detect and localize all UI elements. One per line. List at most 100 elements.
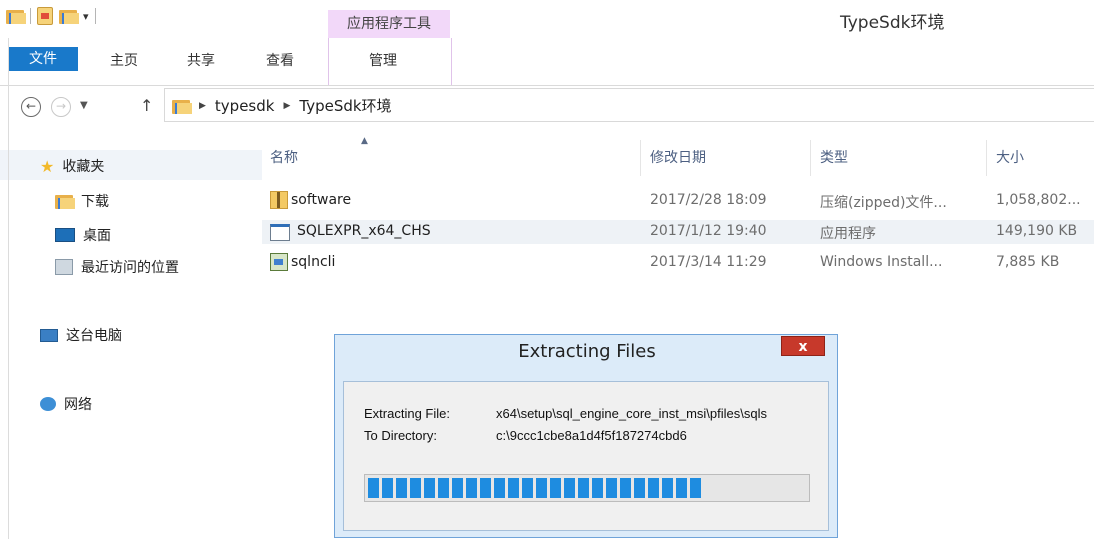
file-row[interactable]: sqlncli 2017/3/14 11:29 Windows Install.…	[262, 251, 1094, 275]
progress-segment	[466, 478, 477, 498]
file-row-hovered[interactable]: SQLEXPR_x64_CHS 2017/1/12 19:40 应用程序 149…	[262, 220, 1094, 244]
progress-segment	[564, 478, 575, 498]
extracting-dialog: Extracting Files x Extracting File: x64\…	[334, 334, 838, 538]
tab-file[interactable]: 文件	[8, 47, 78, 71]
folder-icon	[172, 98, 192, 114]
file-type: 应用程序	[820, 226, 876, 242]
ribbon	[0, 38, 1094, 86]
file-name: SQLEXPR_x64_CHS	[297, 223, 431, 239]
progress-segment	[620, 478, 631, 498]
progress-segment	[410, 478, 421, 498]
progress-segment	[438, 478, 449, 498]
progress-segment	[452, 478, 463, 498]
customize-toolbar-icon[interactable]: ▾	[83, 10, 89, 23]
progress-segment	[550, 478, 561, 498]
tab-manage[interactable]: 管理	[369, 50, 397, 70]
application-icon	[270, 224, 290, 245]
progress-segment	[368, 478, 379, 498]
file-row[interactable]: software 2017/2/28 18:09 压缩(zipped)文件...…	[262, 189, 1094, 213]
window-title: TypeSdk环境	[840, 13, 945, 33]
breadcrumb-typesdk[interactable]: typesdk	[215, 97, 275, 115]
column-header-name[interactable]: 名称	[270, 147, 298, 167]
file-modified: 2017/3/14 11:29	[650, 254, 767, 270]
progress-segment	[634, 478, 645, 498]
separator	[94, 8, 96, 24]
up-button[interactable]: ↑	[140, 96, 153, 115]
download-folder-icon	[55, 193, 75, 209]
column-header-size[interactable]: 大小	[996, 147, 1024, 167]
progress-segment	[606, 478, 617, 498]
file-name: sqlncli	[291, 254, 336, 270]
file-modified: 2017/2/28 18:09	[650, 192, 767, 208]
sidebar-item-label: 这台电脑	[66, 328, 122, 344]
progress-segment	[396, 478, 407, 498]
back-button[interactable]: ←	[21, 97, 41, 117]
file-type: Windows Install...	[820, 254, 943, 270]
column-divider[interactable]	[640, 140, 641, 176]
progress-segment	[648, 478, 659, 498]
sidebar-item-downloads[interactable]: 下载	[55, 191, 109, 211]
progress-segment	[536, 478, 547, 498]
breadcrumb: ▶ typesdk ▶ TypeSdk环境	[172, 95, 392, 116]
progress-segment	[592, 478, 603, 498]
progress-segment	[662, 478, 673, 498]
column-divider[interactable]	[986, 140, 987, 176]
extracting-file-value: x64\setup\sql_engine_core_inst_msi\pfile…	[496, 406, 767, 421]
window-border	[8, 38, 9, 539]
network-icon	[40, 397, 56, 411]
new-folder-icon[interactable]	[59, 8, 79, 24]
sidebar-item-favorites[interactable]: ★ 收藏夹	[40, 156, 104, 176]
context-tab-group-label: 应用程序工具	[328, 10, 450, 38]
extracting-file-label: Extracting File:	[364, 406, 450, 421]
file-size: 7,885 KB	[996, 254, 1060, 270]
sidebar-item-label: 收藏夹	[62, 159, 105, 175]
star-icon: ★	[40, 156, 55, 176]
recent-places-icon	[55, 259, 73, 275]
breadcrumb-current[interactable]: TypeSdk环境	[299, 95, 391, 116]
progress-segment	[522, 478, 533, 498]
progress-segment	[480, 478, 491, 498]
progress-bar-fill	[368, 478, 701, 498]
properties-icon[interactable]	[37, 7, 53, 25]
sidebar-item-label: 网络	[64, 397, 92, 413]
tab-home[interactable]: 主页	[110, 50, 138, 70]
tab-view[interactable]: 查看	[266, 50, 294, 70]
forward-button[interactable]: →	[51, 97, 71, 117]
folder-icon[interactable]	[6, 8, 26, 24]
to-directory-label: To Directory:	[364, 428, 437, 443]
recent-locations-button[interactable]: ▼	[80, 100, 88, 111]
column-header-type[interactable]: 类型	[820, 147, 848, 167]
quick-access-toolbar: ▾	[0, 4, 96, 28]
progress-segment	[382, 478, 393, 498]
sidebar-item-label: 下载	[81, 194, 109, 210]
zip-folder-icon	[270, 191, 288, 213]
file-modified: 2017/1/12 19:40	[650, 223, 767, 239]
installer-icon	[270, 253, 288, 275]
progress-segment	[676, 478, 687, 498]
file-name: software	[291, 192, 352, 208]
progress-segment	[690, 478, 701, 498]
dialog-body: Extracting File: x64\setup\sql_engine_co…	[343, 381, 829, 531]
dialog-title: Extracting Files	[518, 341, 656, 362]
column-divider[interactable]	[810, 140, 811, 176]
close-button[interactable]: x	[781, 336, 825, 356]
sidebar-item-network[interactable]: 网络	[40, 394, 92, 414]
file-size: 149,190 KB	[996, 223, 1078, 239]
progress-segment	[494, 478, 505, 498]
column-header-modified[interactable]: 修改日期	[650, 147, 706, 167]
sidebar-item-this-pc[interactable]: 这台电脑	[40, 325, 122, 345]
file-size: 1,058,802...	[996, 192, 1081, 208]
chevron-right-icon[interactable]: ▶	[283, 101, 290, 111]
tab-share[interactable]: 共享	[187, 50, 215, 70]
progress-segment	[578, 478, 589, 498]
sidebar-item-recent[interactable]: 最近访问的位置	[55, 257, 179, 277]
sidebar-item-label: 最近访问的位置	[81, 260, 179, 276]
sidebar-item-label: 桌面	[83, 228, 111, 244]
sidebar-item-desktop[interactable]: 桌面	[55, 225, 111, 245]
sort-ascending-icon: ▲	[361, 136, 368, 146]
desktop-icon	[55, 228, 75, 242]
progress-segment	[424, 478, 435, 498]
chevron-right-icon[interactable]: ▶	[199, 101, 206, 111]
computer-icon	[40, 328, 58, 342]
to-directory-value: c:\9ccc1cbe8a1d4f5f187274cbd6	[496, 428, 687, 443]
